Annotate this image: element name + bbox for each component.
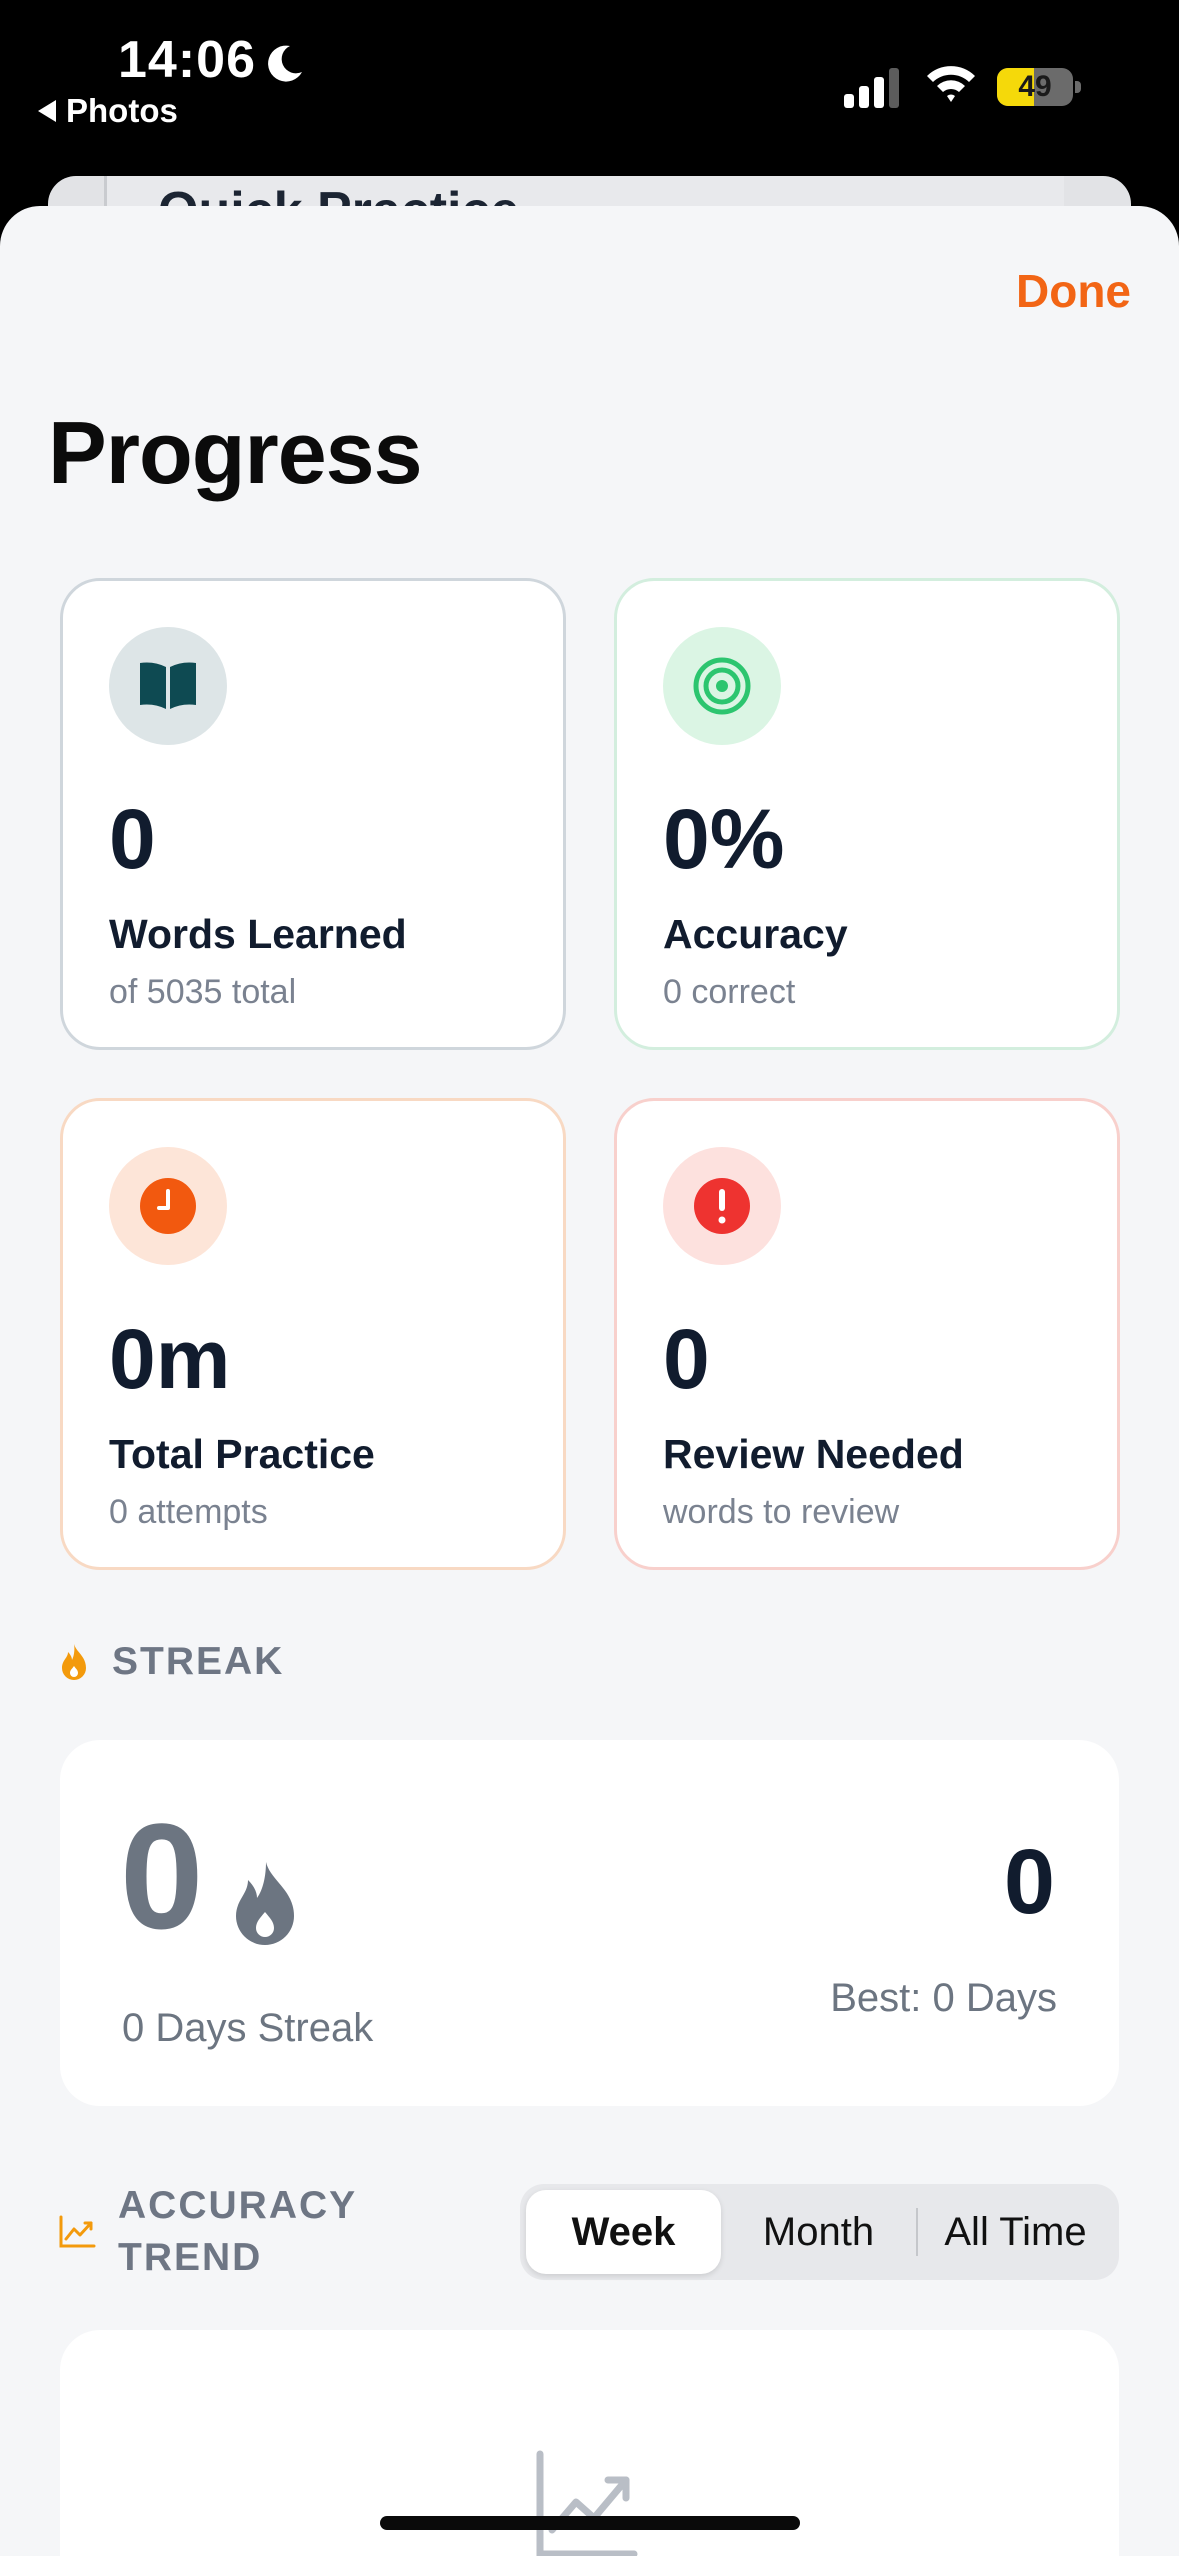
- cellular-signal-icon: [844, 68, 899, 108]
- stat-card-review-needed: 0 Review Needed words to review: [614, 1098, 1120, 1570]
- status-bar: 14:06 Photos 49: [0, 0, 1179, 180]
- target-icon: [693, 657, 751, 715]
- clock-icon-circle: [109, 1147, 227, 1265]
- back-app-label: Photos: [66, 92, 178, 129]
- streak-current-label: 0 Days Streak: [122, 2006, 374, 2050]
- back-arrow-icon: [38, 100, 56, 122]
- segment-week[interactable]: Week: [526, 2190, 721, 2274]
- time-range-segmented-control: Week Month All Time: [520, 2184, 1119, 2280]
- words-learned-sub: of 5035 total: [109, 973, 297, 1011]
- home-indicator[interactable]: [380, 2516, 800, 2530]
- segment-all-time[interactable]: All Time: [918, 2190, 1113, 2274]
- moon-icon: [268, 45, 302, 82]
- streak-flame-icon: [236, 1862, 294, 1945]
- streak-best-label: Best: 0 Days: [830, 1976, 1057, 2020]
- stat-card-accuracy: 0% Accuracy 0 correct: [614, 578, 1120, 1050]
- streak-best-value: 0: [1003, 1831, 1055, 1933]
- empty-chart-icon: [536, 2450, 638, 2556]
- accuracy-trend-section-header: ACCURACY TREND: [58, 2180, 357, 2284]
- battery-icon: 49: [997, 68, 1081, 106]
- total-practice-label: Total Practice: [109, 1431, 375, 1477]
- accuracy-trend-title-line2: TREND: [118, 2236, 263, 2279]
- target-icon-circle: [663, 627, 781, 745]
- streak-section-title: STREAK: [112, 1640, 285, 1683]
- clock-icon: [140, 1178, 196, 1234]
- total-practice-value: 0m: [109, 1312, 231, 1406]
- wifi-icon: [927, 66, 975, 102]
- segment-month[interactable]: Month: [721, 2190, 916, 2274]
- book-icon: [140, 662, 196, 709]
- words-learned-label: Words Learned: [109, 911, 407, 957]
- alert-icon: [694, 1178, 750, 1234]
- stat-card-total-practice: 0m Total Practice 0 attempts: [60, 1098, 566, 1570]
- flame-icon: [62, 1644, 86, 1680]
- review-needed-value: 0: [663, 1312, 710, 1406]
- done-button[interactable]: Done: [1016, 264, 1131, 318]
- alert-icon-circle: [663, 1147, 781, 1265]
- back-to-photos-button[interactable]: Photos: [38, 92, 178, 130]
- review-needed-sub: words to review: [663, 1493, 900, 1531]
- page-title: Progress: [48, 403, 423, 502]
- review-needed-label: Review Needed: [663, 1431, 964, 1477]
- words-learned-value: 0: [109, 792, 156, 886]
- battery-level: 49: [1018, 70, 1052, 103]
- progress-sheet: Done Progress 0 Words Learned of 5035 to…: [0, 206, 1179, 2556]
- trend-chart-icon: [59, 2215, 96, 2248]
- total-practice-sub: 0 attempts: [109, 1493, 268, 1531]
- accuracy-trend-title-line1: ACCURACY: [118, 2184, 358, 2227]
- accuracy-label: Accuracy: [663, 911, 848, 957]
- accuracy-sub: 0 correct: [663, 973, 796, 1011]
- book-icon-circle: [109, 627, 227, 745]
- streak-current-value: 0: [120, 1792, 204, 1960]
- accuracy-value: 0%: [663, 792, 785, 886]
- status-time: 14:06: [118, 31, 256, 89]
- stat-card-words-learned: 0 Words Learned of 5035 total: [60, 578, 566, 1050]
- streak-card: 0 0 Days Streak 0 Best: 0 Days: [60, 1740, 1119, 2106]
- streak-section-header: STREAK: [58, 1640, 284, 1684]
